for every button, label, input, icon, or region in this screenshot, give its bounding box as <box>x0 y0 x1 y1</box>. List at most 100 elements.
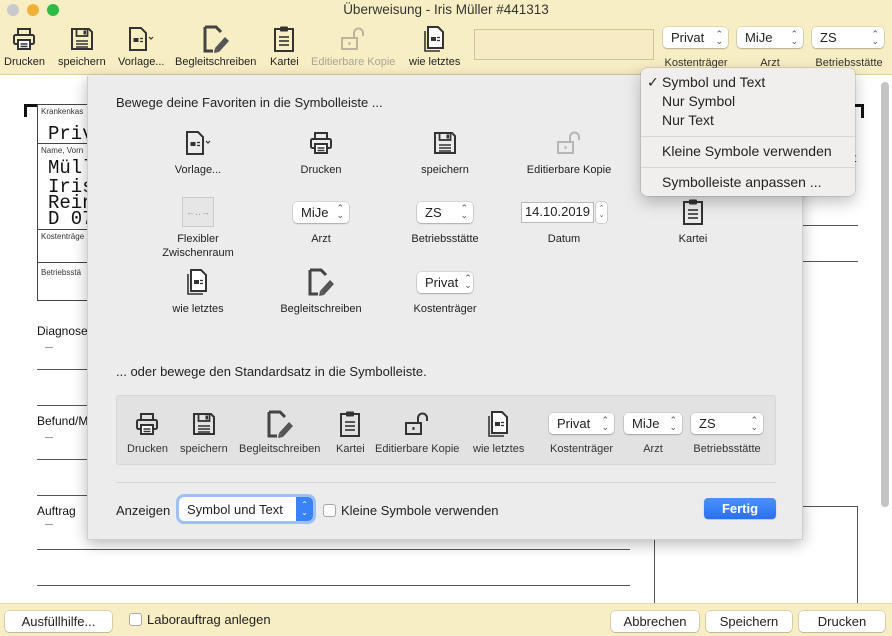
fav-label: wie letztes <box>172 303 224 315</box>
checkbox-box[interactable] <box>323 504 336 517</box>
divider <box>803 261 858 262</box>
window-titlebar: Überweisung - Iris Müller #441313 Drucke… <box>0 0 892 75</box>
cost-bearer-popup[interactable]: Privat ⌃ ⌄ <box>417 271 473 293</box>
placeholder-dash <box>45 347 53 348</box>
toolbar-save-button[interactable]: speichern <box>58 24 106 68</box>
fav-label: Kostenträger <box>413 303 477 315</box>
toolbar-context-menu: ✓ Symbol und Text Nur Symbol Nur Text Kl… <box>641 68 855 196</box>
doctor-popup[interactable]: MiJe ⌃ ⌄ <box>293 201 349 223</box>
menu-item-label: Nur Symbol <box>662 93 736 109</box>
unlock-icon <box>339 26 367 52</box>
vertical-scrollbar[interactable] <box>881 82 889 507</box>
default-save: speichern <box>180 410 228 455</box>
fav-kartei[interactable]: Kartei <box>633 196 753 246</box>
date-field[interactable]: 14.10.2019 ⌃ ⌄ <box>520 201 608 223</box>
toolbar-kartei-button[interactable]: Kartei <box>270 24 299 68</box>
checkbox-box[interactable] <box>129 613 142 626</box>
menu-separator <box>641 167 855 168</box>
toolbar-label: Begleitschreiben <box>175 56 257 68</box>
printer-icon <box>308 130 334 156</box>
menu-item-text-only[interactable]: Nur Text <box>641 111 855 130</box>
clipboard-icon <box>337 410 363 438</box>
divider <box>37 585 630 586</box>
field-label: Krankenkas <box>41 107 84 116</box>
toolbar-doctor-popup[interactable]: MiJe ⌃ ⌄ <box>737 27 803 48</box>
chevron-updown-icon: ⌃ ⌄ <box>790 28 798 46</box>
fav-like-last[interactable]: wie letztes <box>138 266 258 316</box>
cancel-button[interactable]: Abbrechen <box>611 611 699 632</box>
popup-value: Privat <box>425 274 459 290</box>
bottom-bar: Ausfüllhilfe... Laborauftrag anlegen Abb… <box>0 603 892 636</box>
fav-cost-bearer[interactable]: Privat ⌃ ⌄ Kostenträger <box>385 266 505 316</box>
menu-item-symbol-only[interactable]: Nur Symbol <box>641 92 855 111</box>
fav-site[interactable]: ZS ⌃ ⌄ Betriebsstätte <box>385 196 505 246</box>
form-corner-mark <box>24 104 37 117</box>
fav-editable-copy[interactable]: Editierbare Kopie <box>509 127 629 177</box>
print-button[interactable]: Drucken <box>799 611 885 632</box>
default-set-heading: ... oder bewege den Standardsatz in die … <box>116 364 427 379</box>
menu-separator <box>641 136 855 137</box>
fav-print[interactable]: Drucken <box>261 127 381 177</box>
fav-label: Drucken <box>300 164 342 176</box>
printer-icon <box>134 411 160 437</box>
small-icons-checkbox[interactable]: Kleine Symbole verwenden <box>323 503 499 518</box>
toolbar-site-popup[interactable]: ZS ⌃ ⌄ <box>812 27 884 48</box>
chevron-updown-icon: ⌃ ⌄ <box>296 497 313 521</box>
toolbar-cost-bearer-popup[interactable]: Privat ⌃ ⌄ <box>663 27 728 48</box>
window-title: Überweisung - Iris Müller #441313 <box>343 2 549 17</box>
popup-value: Privat <box>557 416 591 431</box>
toolbar-like-last-button[interactable]: wie letztes <box>409 24 460 68</box>
fill-help-button[interactable]: Ausfüllhilfe... <box>5 611 112 632</box>
date-value[interactable]: 14.10.2019 <box>520 201 595 223</box>
checkbox-label: Kleine Symbole verwenden <box>341 503 499 518</box>
fav-flexible-space[interactable]: ←‥→ Flexibler Zwischenraum <box>138 196 258 260</box>
chevron-updown-icon: ⌃ ⌄ <box>464 273 472 290</box>
site-popup[interactable]: ZS ⌃ ⌄ <box>417 201 473 223</box>
chevron-updown-icon: ⌃ ⌄ <box>750 414 758 432</box>
fav-label: Flexibler Zwischenraum <box>162 233 234 259</box>
section-order: Auftrag <box>37 504 76 518</box>
chevron-updown-icon: ⌃ ⌄ <box>460 203 468 220</box>
lab-order-checkbox[interactable]: Laborauftrag anlegen <box>129 612 271 627</box>
menu-item-customize-toolbar[interactable]: Symbolleiste anpassen ... <box>641 173 855 192</box>
section-diagnosis: Diagnose <box>37 324 88 338</box>
date-stepper-icon[interactable]: ⌃ ⌄ <box>596 201 608 223</box>
toolbar-cover-letter-button[interactable]: Begleitschreiben <box>175 24 256 68</box>
floppy-disk-icon <box>69 26 95 52</box>
toolbar-label: Kartei <box>270 56 299 68</box>
clipboard-icon <box>271 25 297 53</box>
save-button[interactable]: Speichern <box>706 611 792 632</box>
menu-item-symbol-and-text[interactable]: ✓ Symbol und Text <box>641 73 855 92</box>
toolbar-template-button[interactable]: Vorlage... <box>118 24 164 68</box>
fav-template[interactable]: Vorlage... <box>138 127 258 177</box>
show-mode-popup[interactable]: Symbol und Text ⌃ ⌄ <box>179 497 313 521</box>
menu-item-small-icons[interactable]: Kleine Symbole verwenden <box>641 142 855 161</box>
unlock-icon <box>403 411 431 437</box>
toolbar-search-field[interactable] <box>474 29 654 60</box>
fav-label: Editierbare Kopie <box>526 164 612 176</box>
default-label: Betriebsstätte <box>693 443 761 455</box>
fav-doctor[interactable]: MiJe ⌃ ⌄ Arzt <box>261 196 381 246</box>
section-findings: Befund/M <box>37 414 89 428</box>
fav-save[interactable]: speichern <box>385 127 505 177</box>
default-label: speichern <box>180 443 228 455</box>
divider <box>37 549 630 550</box>
field-label: Name, Vorn <box>41 146 84 155</box>
popup-value: Symbol und Text <box>187 501 283 517</box>
toolbar-editable-copy-button: Editierbare Kopie <box>311 24 395 68</box>
menu-item-label: Kleine Symbole verwenden <box>662 143 832 159</box>
default-label: Kostenträger <box>550 443 613 455</box>
default-label: Kartei <box>336 443 365 455</box>
default-site-popup: ZS ⌃ ⌄ <box>691 413 763 434</box>
default-kartei: Kartei <box>336 410 365 455</box>
popup-value: MiJe <box>632 416 660 431</box>
fav-date[interactable]: 14.10.2019 ⌃ ⌄ Datum <box>504 196 624 246</box>
document-stack-icon <box>421 25 449 53</box>
default-set-bar[interactable]: Drucken speichern Begleitschreiben Karte… <box>116 395 776 465</box>
default-label: wie letztes <box>473 443 525 455</box>
done-button[interactable]: Fertig <box>704 498 776 519</box>
toolbar-print-button[interactable]: Drucken <box>4 24 45 68</box>
field-label: Kostenträge <box>41 232 85 241</box>
fav-cover-letter[interactable]: Begleitschreiben <box>261 266 381 316</box>
default-label: Arzt <box>643 443 663 455</box>
